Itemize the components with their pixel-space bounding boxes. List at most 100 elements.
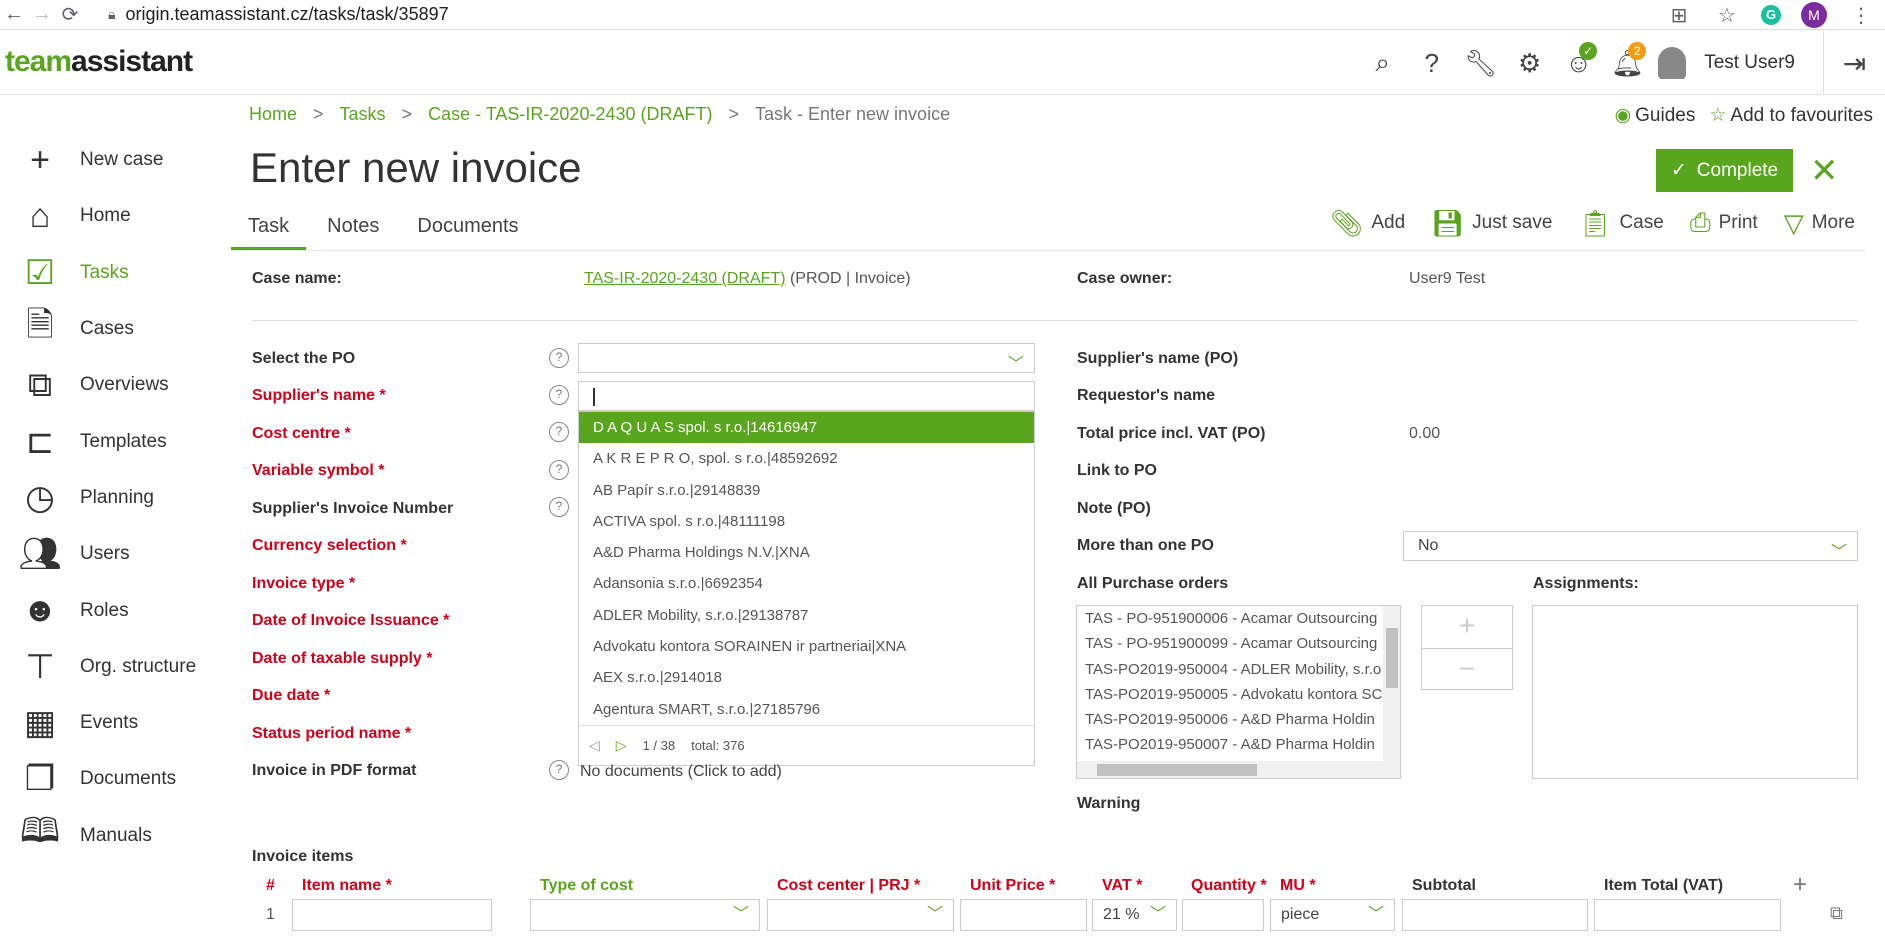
more-than-one-po-select[interactable]: No ﹀	[1403, 531, 1858, 561]
grammarly-icon[interactable]: G	[1761, 5, 1781, 25]
prev-page-icon[interactable]: ◁	[589, 737, 600, 754]
help-icon[interactable]: ?	[1407, 48, 1456, 79]
sidebar-item-roles[interactable]: ☻ Roles	[0, 582, 230, 638]
vertical-scrollbar[interactable]	[1383, 606, 1400, 762]
assign-remove-button[interactable]: −	[1422, 648, 1512, 690]
wrench-icon[interactable]: 🔧︎	[1456, 48, 1505, 79]
sidebar-item-templates[interactable]: ⊏ Templates	[0, 413, 230, 469]
back-icon[interactable]: ←	[0, 3, 28, 26]
supplier-name-input[interactable]	[578, 381, 1035, 411]
complete-button[interactable]: ✓ Complete	[1656, 149, 1793, 192]
po-list-item[interactable]: TAS - PO-951900006 - Acamar Outsourcing	[1077, 606, 1383, 631]
invoice-pdf-value[interactable]: No documents (Click to add)	[580, 763, 782, 781]
sidebar-item-org-structure[interactable]: ⊤ Org. structure	[0, 639, 230, 695]
sidebar-item-events[interactable]: ▦ Events	[0, 695, 230, 751]
add-to-favourites-link[interactable]: ☆ Add to favourites	[1709, 104, 1873, 127]
logout-icon[interactable]: ⇥	[1823, 31, 1885, 95]
sidebar-item-tasks[interactable]: ☑ Tasks	[0, 245, 230, 301]
user-name[interactable]: Test User9	[1704, 52, 1795, 74]
sidebar-item-new-case[interactable]: + New case	[0, 132, 230, 188]
assignments-list[interactable]	[1532, 605, 1858, 779]
next-page-icon[interactable]: ▷	[616, 737, 627, 754]
sidebar-item-overviews[interactable]: ⧉ Overviews	[0, 357, 230, 413]
supplier-name-label: Supplier's name *	[252, 387, 386, 404]
teamassistant-logo[interactable]: teamassistant	[5, 45, 193, 79]
quantity-input[interactable]	[1182, 899, 1264, 931]
purchase-orders-list[interactable]: TAS - PO-951900006 - Acamar Outsourcing …	[1076, 605, 1401, 779]
print-button[interactable]: ⎙ Print	[1690, 207, 1758, 239]
cost-center-select[interactable]: ﹀	[767, 899, 954, 931]
dropdown-option[interactable]: A K R E P R O, spol. s r.o.|48592692	[579, 443, 1034, 474]
po-list-item[interactable]: TAS - PO-951900099 - Acamar Outsourcing	[1077, 631, 1383, 656]
mu-select[interactable]: piece ﹀	[1270, 899, 1395, 931]
close-icon[interactable]: ✕	[1810, 151, 1839, 191]
dropdown-option[interactable]: A&D Pharma Holdings N.V.|XNA	[579, 537, 1034, 568]
case-link[interactable]: TAS-IR-2020-2430 (DRAFT)	[584, 270, 786, 287]
horizontal-scrollbar[interactable]	[1077, 761, 1400, 778]
tab-task[interactable]: Task	[231, 207, 307, 251]
dropdown-option[interactable]: Advokatu kontora SORAINEN ir partneriai|…	[579, 631, 1034, 662]
more-button[interactable]: ▽ More	[1784, 207, 1855, 239]
bell-icon[interactable]: 🔔︎ 2	[1603, 41, 1652, 79]
scrollbar-thumb[interactable]	[1097, 764, 1257, 776]
notifications-badge: 2	[1628, 41, 1647, 60]
assign-add-button[interactable]: +	[1422, 606, 1512, 648]
dropdown-option[interactable]: ACTIVA spol. s r.o.|48111198	[579, 506, 1034, 537]
breadcrumb-separator: >	[401, 104, 413, 124]
breadcrumb-case[interactable]: Case - TAS-IR-2020-2430 (DRAFT)	[428, 104, 712, 125]
sidebar-item-documents[interactable]: ❐ Documents	[0, 751, 230, 807]
star-icon[interactable]: ☆	[1713, 3, 1741, 28]
dropdown-option[interactable]: Agentura SMART, s.r.o.|27185796	[579, 694, 1034, 725]
address-bar[interactable]: 🔒︎ origin.teamassistant.cz/tasks/task/35…	[108, 4, 449, 25]
tab-documents[interactable]: Documents	[400, 207, 535, 251]
guides-link[interactable]: ◉ Guides	[1615, 104, 1696, 127]
profile-avatar[interactable]: M	[1801, 2, 1827, 28]
help-icon[interactable]: ?	[549, 460, 569, 480]
gear-icon[interactable]: ⚙	[1505, 48, 1554, 79]
type-of-cost-select[interactable]: ﹀	[530, 899, 760, 931]
sidebar-item-home[interactable]: ⌂ Home	[0, 188, 230, 244]
scrollbar-thumb[interactable]	[1386, 628, 1398, 688]
po-list-item[interactable]: TAS-PO2019-950007 - A&D Pharma Holdin	[1077, 732, 1383, 757]
po-list-item[interactable]: TAS-PO2019-950004 - ADLER Mobility, s.r.…	[1077, 657, 1383, 682]
dropdown-option[interactable]: ADLER Mobility, s.r.o.|29138787	[579, 600, 1034, 631]
breadcrumb-tasks[interactable]: Tasks	[340, 104, 386, 125]
help-icon[interactable]: ?	[549, 497, 569, 517]
sidebar-item-planning[interactable]: ◷ Planning	[0, 470, 230, 526]
translate-icon[interactable]: ⊞	[1665, 3, 1693, 28]
copy-row-icon[interactable]: ⧉	[1830, 903, 1843, 924]
dropdown-option[interactable]: AB Papír s.r.o.|29148839	[579, 475, 1034, 506]
item-name-input[interactable]	[292, 899, 492, 931]
sidebar-item-manuals[interactable]: 🕮︎ Manuals	[0, 808, 230, 864]
tab-notes[interactable]: Notes	[310, 207, 396, 251]
vat-select[interactable]: 21 % ﹀	[1092, 899, 1177, 931]
user-avatar[interactable]	[1658, 47, 1687, 79]
item-total-input[interactable]	[1594, 899, 1781, 931]
kebab-menu-icon[interactable]: ⋮	[1847, 3, 1875, 28]
dropdown-option[interactable]: AEX s.r.o.|2914018	[579, 662, 1034, 693]
subtotal-input[interactable]	[1402, 899, 1588, 931]
sidebar-item-cases[interactable]: 🗎︎ Cases	[0, 301, 230, 357]
just-save-button[interactable]: 💾︎ Just save	[1431, 207, 1552, 239]
help-icon[interactable]: ?	[549, 422, 569, 442]
po-list-item[interactable]: TAS-PO2019-950005 - Advokatu kontora SC	[1077, 682, 1383, 707]
po-list-item[interactable]: TAS-PO2019-950006 - A&D Pharma Holdin	[1077, 707, 1383, 732]
search-icon[interactable]: ⌕	[1358, 47, 1407, 79]
reload-icon[interactable]: ⟳	[56, 2, 84, 27]
help-icon[interactable]: ?	[549, 348, 569, 368]
col-vat-header: VAT *	[1102, 877, 1143, 894]
agent-icon[interactable]: ☺ ✓	[1554, 41, 1603, 79]
add-row-icon[interactable]: +	[1793, 871, 1807, 899]
select-po-dropdown[interactable]: ﹀	[578, 343, 1035, 373]
forward-icon[interactable]: →	[28, 3, 56, 26]
unit-price-input[interactable]	[960, 899, 1087, 931]
add-button[interactable]: 📎︎ Add	[1330, 207, 1405, 239]
help-icon[interactable]: ?	[549, 385, 569, 405]
dropdown-option[interactable]: D A Q U A S spol. s r.o.|14616947	[579, 412, 1034, 444]
case-button[interactable]: 📋︎ Case	[1578, 207, 1663, 239]
dropdown-option[interactable]: Adansonia s.r.o.|6692354	[579, 568, 1034, 599]
sidebar-item-users[interactable]: 👥︎ Users	[0, 526, 230, 582]
help-icon[interactable]: ?	[549, 760, 569, 780]
breadcrumb-home[interactable]: Home	[249, 104, 297, 125]
date-issuance-label: Date of Invoice Issuance *	[252, 612, 450, 629]
